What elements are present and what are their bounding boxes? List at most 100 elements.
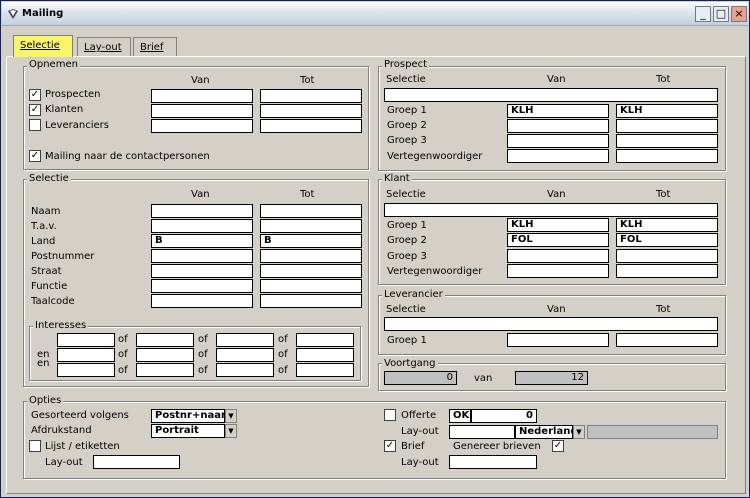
- lijst-checkbox[interactable]: [29, 440, 41, 452]
- prospecten-tot-input[interactable]: [260, 89, 362, 103]
- prospect-verteg-van-input[interactable]: [507, 149, 609, 163]
- interesse-r3-c3[interactable]: [216, 363, 274, 377]
- chevron-down-icon[interactable]: ▼: [225, 424, 237, 438]
- of-label: of: [118, 349, 128, 360]
- interesse-r2-c3[interactable]: [216, 348, 274, 362]
- voortgang-van-label: van: [474, 373, 493, 384]
- prospect-verteg-label: Vertegenwoordiger: [387, 151, 483, 162]
- brief-layout-input[interactable]: [449, 455, 537, 469]
- leverancier-groep1-van-input[interactable]: [507, 333, 609, 347]
- functie-tot-input[interactable]: [260, 279, 362, 293]
- klant-selectie-input[interactable]: [384, 203, 718, 217]
- taalcode-van-input[interactable]: [151, 294, 253, 308]
- offerte-checkbox[interactable]: [384, 409, 396, 421]
- naam-van-input[interactable]: [151, 204, 253, 218]
- offerte-value-field[interactable]: 0: [471, 409, 537, 423]
- opties-title: Opties: [27, 395, 64, 406]
- tav-van-input[interactable]: [151, 219, 253, 233]
- minimize-icon[interactable]: _: [695, 6, 711, 22]
- postnummer-tot-input[interactable]: [260, 249, 362, 263]
- brief-layout-label: Lay-out: [401, 457, 439, 468]
- klanten-checkbox[interactable]: ✓: [29, 104, 41, 116]
- offerte-language-select[interactable]: Nederland: [515, 425, 573, 439]
- postnummer-van-input[interactable]: [151, 249, 253, 263]
- prospect-selectie-label: Selectie: [386, 74, 426, 85]
- of-label: of: [278, 365, 288, 376]
- functie-label: Functie: [31, 281, 68, 292]
- prospect-groep3-tot-input[interactable]: [616, 134, 718, 148]
- interesse-r1-c3[interactable]: [216, 333, 274, 347]
- taalcode-tot-input[interactable]: [260, 294, 362, 308]
- prospect-verteg-tot-input[interactable]: [616, 149, 718, 163]
- gesorteerd-select[interactable]: Postnr+naam: [151, 409, 225, 423]
- offerte-ok-field[interactable]: OK: [449, 409, 471, 423]
- interesse-r2-c1[interactable]: [57, 348, 115, 362]
- genereer-checkbox[interactable]: ✓: [552, 440, 564, 452]
- klant-groep3-label: Groep 3: [387, 251, 427, 262]
- interesse-r2-c2[interactable]: [136, 348, 194, 362]
- interesse-r3-c1[interactable]: [57, 363, 115, 377]
- tab-layout-label: Lay-out: [84, 42, 122, 53]
- offerte-layout-input[interactable]: [449, 425, 515, 439]
- interesse-r1-c4[interactable]: [296, 333, 354, 347]
- interesse-r2-c4[interactable]: [296, 348, 354, 362]
- prospecten-checkbox[interactable]: ✓: [29, 89, 41, 101]
- interesse-r3-c4[interactable]: [296, 363, 354, 377]
- of-label: of: [198, 365, 208, 376]
- prospect-groep2-van-input[interactable]: [507, 119, 609, 133]
- land-tot-input[interactable]: B: [260, 234, 362, 248]
- leveranciers-checkbox[interactable]: [29, 119, 41, 131]
- prospect-title: Prospect: [382, 59, 429, 70]
- leverancier-selectie-label: Selectie: [386, 304, 426, 315]
- klant-groep1-label: Groep 1: [387, 220, 427, 231]
- brief-checkbox[interactable]: ✓: [384, 440, 396, 452]
- prospect-groep1-tot-input[interactable]: KLH: [616, 104, 718, 118]
- interesse-r3-c2[interactable]: [136, 363, 194, 377]
- prospect-selectie-input[interactable]: [384, 88, 718, 102]
- prospect-tot-header: Tot: [656, 74, 671, 85]
- klanten-van-input[interactable]: [151, 104, 253, 118]
- klant-verteg-tot-input[interactable]: [616, 264, 718, 278]
- prospect-groep1-van-input[interactable]: KLH: [507, 104, 609, 118]
- leverancier-groep1-tot-input[interactable]: [616, 333, 718, 347]
- afdrukstand-select[interactable]: Portrait: [151, 424, 225, 438]
- functie-van-input[interactable]: [151, 279, 253, 293]
- leveranciers-van-input[interactable]: [151, 119, 253, 133]
- tab-selectie[interactable]: Selectie: [13, 35, 73, 57]
- klant-groep3-van-input[interactable]: [507, 249, 609, 263]
- tab-layout[interactable]: Lay-out: [77, 37, 131, 56]
- title-bar[interactable]: Mailing _ □ ×: [2, 2, 748, 26]
- straat-tot-input[interactable]: [260, 264, 362, 278]
- prospect-groep3-van-input[interactable]: [507, 134, 609, 148]
- layout-input[interactable]: [93, 455, 180, 469]
- tav-tot-input[interactable]: [260, 219, 362, 233]
- leverancier-selectie-input[interactable]: [384, 317, 718, 331]
- land-van-input[interactable]: B: [151, 234, 253, 248]
- prospecten-van-input[interactable]: [151, 89, 253, 103]
- klant-verteg-van-input[interactable]: [507, 264, 609, 278]
- close-icon[interactable]: ×: [731, 6, 747, 22]
- klant-groep2-van-input[interactable]: FOL: [507, 233, 609, 247]
- maximize-icon[interactable]: □: [713, 6, 729, 22]
- app-icon: [8, 9, 18, 19]
- interesse-r1-c2[interactable]: [136, 333, 194, 347]
- klanten-tot-input[interactable]: [260, 104, 362, 118]
- klant-title: Klant: [382, 173, 412, 184]
- klant-groep2-tot-input[interactable]: FOL: [616, 233, 718, 247]
- prospect-groep2-tot-input[interactable]: [616, 119, 718, 133]
- naam-tot-input[interactable]: [260, 204, 362, 218]
- chevron-down-icon[interactable]: ▼: [573, 425, 585, 439]
- straat-van-input[interactable]: [151, 264, 253, 278]
- klant-groep1-tot-input[interactable]: KLH: [616, 218, 718, 232]
- chevron-down-icon[interactable]: ▼: [225, 409, 237, 423]
- contactpersonen-checkbox[interactable]: ✓: [29, 150, 41, 162]
- offerte-language-desc: [587, 425, 718, 439]
- tab-brief[interactable]: Brief: [133, 37, 177, 56]
- contactpersonen-label: Mailing naar de contactpersonen: [45, 151, 210, 162]
- klant-groep1-van-input[interactable]: KLH: [507, 218, 609, 232]
- interesse-r1-c1[interactable]: [57, 333, 115, 347]
- leveranciers-tot-input[interactable]: [260, 119, 362, 133]
- prospect-groep3-label: Groep 3: [387, 135, 427, 146]
- klant-groep3-tot-input[interactable]: [616, 249, 718, 263]
- prospect-groep2-label: Groep 2: [387, 120, 427, 131]
